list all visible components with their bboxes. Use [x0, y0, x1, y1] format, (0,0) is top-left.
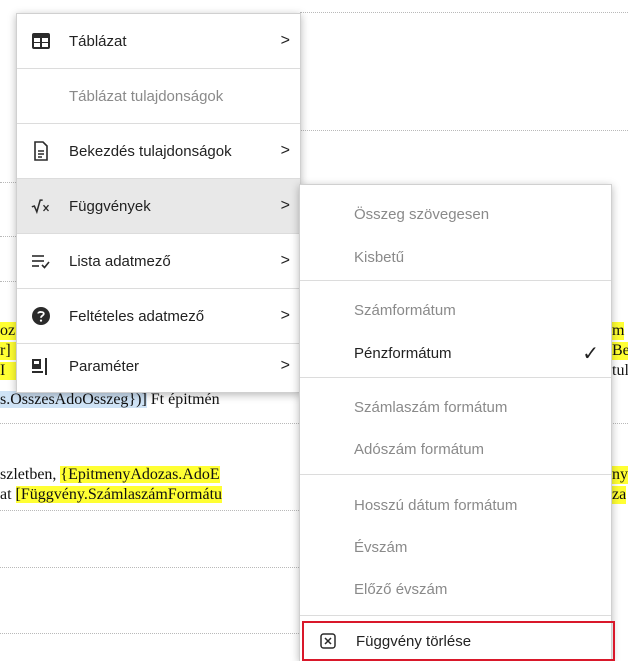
doc-fragment: tul: [612, 362, 628, 379]
submenu-item-previous-year[interactable]: Előző évszám: [300, 569, 611, 609]
doc-line-3: at [Függvény.SzámlaszámFormátu: [0, 486, 223, 504]
submenu-item-currency-format[interactable]: Pénzformátum ✓: [300, 333, 611, 373]
doc-fragment: r]: [0, 342, 16, 360]
submenu-item-long-date-format[interactable]: Hosszú dátum formátum: [300, 485, 611, 525]
menu-item-label: Hosszú dátum formátum: [354, 496, 518, 514]
menu-item-label: Adószám formátum: [354, 440, 485, 458]
doc-text: at: [0, 486, 16, 503]
guide-line: [300, 130, 628, 131]
menu-item-parameter[interactable]: Paraméter >: [17, 340, 300, 392]
menu-separator: [300, 474, 611, 475]
guide-line: [0, 633, 299, 634]
menu-item-label: Táblázat tulajdonságok: [69, 87, 224, 105]
menu-item-label: Bekezdés tulajdonságok: [69, 142, 232, 160]
functions-submenu: Összeg szövegesen Kisbetű Számformátum P…: [299, 184, 615, 661]
submenu-item-account-number-format[interactable]: Számlaszám formátum: [300, 387, 611, 427]
function-sqrt-icon: [31, 196, 51, 216]
doc-selected-line: s.OsszesAdoOsszeg})] Ft épitmén: [0, 391, 220, 409]
submenu-item-lowercase[interactable]: Kisbetű: [300, 237, 611, 277]
menu-separator: [300, 615, 611, 616]
guide-line: [0, 281, 16, 282]
menu-item-label: Összeg szövegesen: [354, 205, 490, 223]
menu-separator: [300, 377, 611, 378]
chevron-right-icon: >: [280, 307, 290, 324]
doc-text: Ft épitmén: [146, 391, 220, 408]
menu-separator: [300, 280, 611, 281]
chevron-right-icon: >: [280, 142, 290, 159]
menu-item-label: Számformátum: [354, 301, 456, 319]
doc-fragment: Be: [612, 342, 628, 360]
guide-line: [0, 236, 16, 237]
doc-fragment: za: [612, 486, 627, 504]
guide-line: [610, 423, 628, 424]
chevron-right-icon: >: [280, 32, 290, 49]
menu-item-label: Paraméter: [69, 357, 140, 375]
menu-item-label: Számlaszám formátum: [354, 398, 508, 416]
menu-item-label: Függvények: [69, 197, 151, 215]
context-menu: Táblázat > Táblázat tulajdonságok Bekezd…: [16, 13, 301, 393]
menu-item-functions[interactable]: Függvények >: [17, 179, 300, 233]
guide-line: [300, 12, 628, 13]
menu-item-label: Feltételes adatmező: [69, 307, 205, 325]
menu-item-table[interactable]: Táblázat >: [17, 14, 300, 68]
menu-item-label: Függvény törlése: [356, 632, 472, 650]
submenu-item-number-format[interactable]: Számformátum: [300, 290, 611, 330]
guide-line: [0, 567, 299, 568]
menu-item-label: Kisbetű: [354, 248, 405, 266]
list-field-icon: [31, 251, 51, 271]
selected-field-text: s.OsszesAdoOsszeg})]: [0, 391, 147, 408]
chevron-right-icon: >: [280, 357, 290, 374]
submenu-item-delete-function[interactable]: Függvény törlése: [302, 621, 615, 661]
guide-line: [0, 510, 299, 511]
question-circle-icon: [31, 306, 51, 326]
menu-item-paragraph-properties[interactable]: Bekezdés tulajdonságok >: [17, 124, 300, 178]
doc-fragment: nyA: [612, 466, 628, 484]
close-box-icon: [320, 633, 336, 649]
menu-item-conditional-field[interactable]: Feltételes adatmező >: [17, 289, 300, 343]
menu-item-label: Táblázat: [69, 32, 127, 50]
doc-fragment: I: [0, 362, 16, 380]
doc-fragment: oz: [0, 322, 16, 340]
checkmark-icon: ✓: [582, 342, 599, 365]
menu-item-label: Pénzformátum: [354, 344, 452, 362]
doc-field-highlight: {EpitmenyAdozas.AdoE: [60, 466, 220, 483]
guide-line: [0, 423, 299, 424]
doc-fragment: m: [612, 322, 625, 340]
doc-text: szletben,: [0, 466, 61, 483]
parameter-icon: [31, 356, 51, 376]
submenu-item-amount-in-words[interactable]: Összeg szövegesen: [300, 194, 611, 234]
menu-item-table-properties[interactable]: Táblázat tulajdonságok: [17, 69, 300, 123]
doc-line-2: szletben, {EpitmenyAdozas.AdoE: [0, 466, 220, 484]
paragraph-document-icon: [31, 141, 51, 161]
chevron-right-icon: >: [280, 252, 290, 269]
menu-item-label: Előző évszám: [354, 580, 448, 598]
doc-field-highlight: [Függvény.SzámlaszámFormátu: [15, 486, 223, 503]
chevron-right-icon: >: [280, 197, 290, 214]
table-icon: [31, 31, 51, 51]
menu-item-list-field[interactable]: Lista adatmező >: [17, 234, 300, 288]
menu-item-label: Lista adatmező: [69, 252, 171, 270]
submenu-item-year[interactable]: Évszám: [300, 527, 611, 567]
menu-item-label: Évszám: [354, 538, 408, 556]
guide-line: [0, 182, 16, 183]
submenu-item-tax-number-format[interactable]: Adószám formátum: [300, 429, 611, 469]
